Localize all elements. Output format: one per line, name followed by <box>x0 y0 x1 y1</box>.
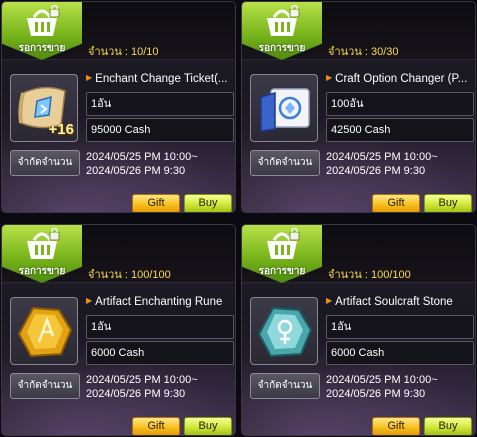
item-thumbnail[interactable] <box>10 297 78 365</box>
item-name: ▶ Enchant Change Ticket(... <box>86 73 234 85</box>
item-unit: 1อัน <box>86 315 234 339</box>
sale-start: 2024/05/25 PM 10:00~ <box>86 151 198 163</box>
purchase-limit-button[interactable]: จำกัดจำนวน <box>250 373 320 399</box>
purchase-limit-button[interactable]: จำกัดจำนวน <box>10 150 80 176</box>
item-name: ▶ Artifact Soulcraft Stone <box>326 296 474 308</box>
item-price: 6000 Cash <box>86 341 234 365</box>
item-unit: 1อัน <box>86 92 234 116</box>
item-thumbnail[interactable]: +16 <box>10 74 78 142</box>
basket-icon <box>27 5 60 36</box>
quantity-remaining: จำนวน : 100/100 <box>328 269 411 281</box>
sale-end: 2024/05/26 PM 9:30 <box>326 165 426 177</box>
quantity-remaining: จำนวน : 10/10 <box>88 46 159 58</box>
item-name-text: Enchant Change Ticket(... <box>95 73 228 85</box>
enchant-level: +16 <box>48 121 74 138</box>
gift-button[interactable]: Gift <box>132 417 180 435</box>
buy-button[interactable]: Buy <box>424 417 472 435</box>
gold-rune-icon <box>17 306 73 358</box>
item-name-text: Artifact Soulcraft Stone <box>335 296 453 308</box>
teal-rune-icon <box>257 306 313 358</box>
gift-button[interactable]: Gift <box>372 417 420 435</box>
item-price: 42500 Cash <box>326 118 474 142</box>
sale-end: 2024/05/26 PM 9:30 <box>326 388 426 400</box>
basket-icon <box>267 228 300 259</box>
buy-button[interactable]: Buy <box>184 194 232 212</box>
basket-icon <box>267 5 300 36</box>
sale-start: 2024/05/25 PM 10:00~ <box>326 374 438 386</box>
shop-item-card: รอการขาย จำนวน : 30/30 ▶ Craft Option Cha… <box>241 1 476 213</box>
gift-button[interactable]: Gift <box>132 194 180 212</box>
item-name: ▶ Craft Option Changer (P... <box>326 73 474 85</box>
sale-period: 2024/05/25 PM 10:00~ 2024/05/26 PM 9:30 <box>86 150 198 178</box>
item-unit: 100อัน <box>326 92 474 116</box>
basket-icon <box>27 228 60 259</box>
bullet-icon: ▶ <box>326 296 333 305</box>
sale-period: 2024/05/25 PM 10:00~ 2024/05/26 PM 9:30 <box>326 373 438 401</box>
sale-start: 2024/05/25 PM 10:00~ <box>86 374 198 386</box>
quantity-remaining: จำนวน : 100/100 <box>88 269 171 281</box>
sale-end: 2024/05/26 PM 9:30 <box>86 388 186 400</box>
item-thumbnail[interactable] <box>250 297 318 365</box>
bullet-icon: ▶ <box>326 73 333 82</box>
bullet-icon: ▶ <box>86 73 93 82</box>
purchase-limit-button[interactable]: จำกัดจำนวน <box>250 150 320 176</box>
shop-item-grid: รอการขาย จำนวน : 10/10 +16 ▶ Enchant Chan… <box>0 0 477 437</box>
item-unit: 1อัน <box>326 315 474 339</box>
item-price: 6000 Cash <box>326 341 474 365</box>
item-name-text: Craft Option Changer (P... <box>335 73 468 85</box>
shop-item-card: รอการขาย จำนวน : 10/10 +16 ▶ Enchant Chan… <box>1 1 236 213</box>
quantity-remaining: จำนวน : 30/30 <box>328 46 399 58</box>
buy-button[interactable]: Buy <box>184 417 232 435</box>
gift-button[interactable]: Gift <box>372 194 420 212</box>
buy-button[interactable]: Buy <box>424 194 472 212</box>
sale-end: 2024/05/26 PM 9:30 <box>86 165 186 177</box>
shop-item-card: รอการขาย จำนวน : 100/100 ▶ Artifact Encha… <box>1 224 236 436</box>
sale-period: 2024/05/25 PM 10:00~ 2024/05/26 PM 9:30 <box>326 150 438 178</box>
item-name: ▶ Artifact Enchanting Rune <box>86 296 234 308</box>
purchase-limit-button[interactable]: จำกัดจำนวน <box>10 373 80 399</box>
item-thumbnail[interactable] <box>250 74 318 142</box>
sale-start: 2024/05/25 PM 10:00~ <box>326 151 438 163</box>
blue-scroll-icon <box>260 88 310 132</box>
item-price: 95000 Cash <box>86 118 234 142</box>
sale-period: 2024/05/25 PM 10:00~ 2024/05/26 PM 9:30 <box>86 373 198 401</box>
shop-item-card: รอการขาย จำนวน : 100/100 ▶ Artifact Soulc… <box>241 224 476 436</box>
item-name-text: Artifact Enchanting Rune <box>95 296 223 308</box>
bullet-icon: ▶ <box>86 296 93 305</box>
